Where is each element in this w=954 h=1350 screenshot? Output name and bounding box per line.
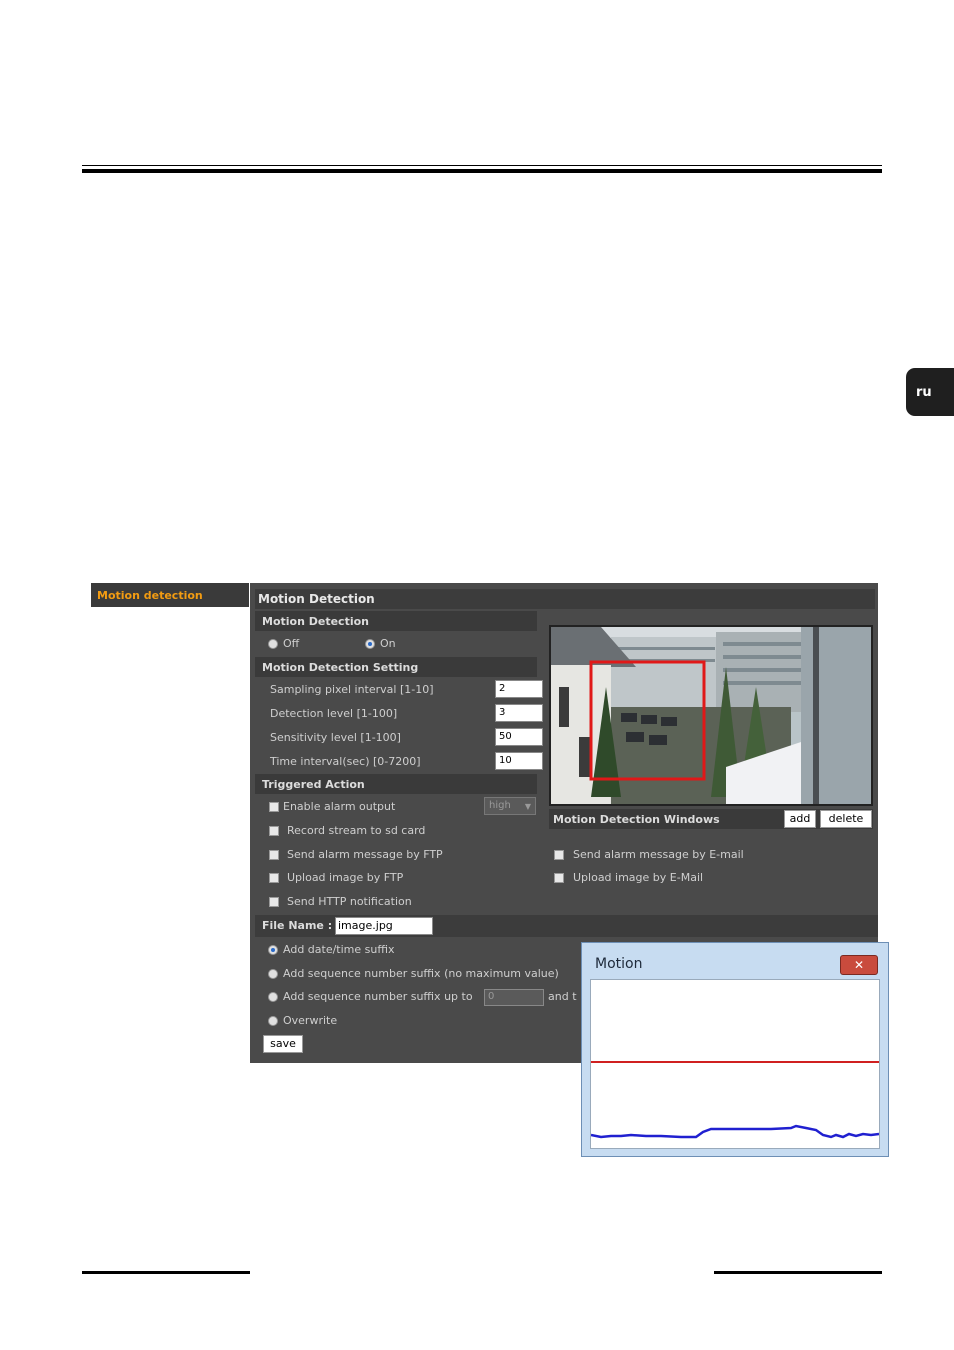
sensitivity-level-input[interactable]: 50 [495, 728, 543, 746]
detection-level-input[interactable]: 3 [495, 704, 543, 722]
sampling-pixel-input[interactable]: 2 [495, 680, 543, 698]
seq-upto-input[interactable]: 0 [484, 989, 544, 1006]
seq-nomax-label: Add sequence number suffix (no maximum v… [283, 967, 559, 980]
upload-email-checkbox[interactable] [554, 873, 564, 883]
header-rule-thick [82, 169, 882, 173]
language-tab-label: ru [916, 384, 932, 400]
camera-preview[interactable] [549, 625, 873, 806]
seq-upto-label: Add sequence number suffix up to [283, 990, 473, 1003]
file-name-label: File Name : [262, 919, 333, 932]
time-interval-input[interactable]: 10 [495, 752, 543, 770]
footer-rule-left [82, 1271, 250, 1274]
seq-upto-radio[interactable] [268, 992, 278, 1002]
time-interval-label: Time interval(sec) [0-7200] [270, 755, 421, 768]
alarm-ftp-label: Send alarm message by FTP [287, 848, 443, 861]
alarm-output-label: Enable alarm output [283, 800, 396, 813]
record-sd-checkbox[interactable] [269, 826, 279, 836]
footer-rule-right [714, 1271, 882, 1274]
alarm-ftp-checkbox[interactable] [269, 850, 279, 860]
upload-ftp-checkbox[interactable] [269, 873, 279, 883]
upload-ftp-label: Upload image by FTP [287, 871, 404, 884]
file-name-input[interactable]: image.jpg [335, 917, 433, 935]
motion-off-radio[interactable] [268, 639, 278, 649]
sensitivity-level-label: Sensitivity level [1-100] [270, 731, 401, 744]
motion-detection-heading: Motion Detection [255, 611, 537, 631]
detection-level-label: Detection level [1-100] [270, 707, 398, 720]
datetime-suffix-radio[interactable] [268, 945, 278, 955]
http-notify-checkbox[interactable] [269, 897, 279, 907]
alarm-output-select[interactable]: high ▼ [484, 797, 536, 815]
setting-heading: Motion Detection Setting [255, 657, 537, 677]
add-window-button[interactable]: add [784, 810, 816, 828]
motion-level-line [590, 1124, 880, 1139]
save-button[interactable]: save [263, 1035, 303, 1053]
delete-window-button[interactable]: delete [820, 810, 872, 828]
triggered-action-heading: Triggered Action [255, 774, 537, 794]
motion-off-label: Off [283, 637, 300, 650]
record-sd-label: Record stream to sd card [287, 824, 426, 837]
motion-popup-title: Motion [595, 956, 643, 972]
overwrite-label: Overwrite [283, 1014, 338, 1027]
sidebar: Motion detection [91, 583, 249, 607]
sampling-pixel-label: Sampling pixel interval [1-10] [270, 683, 434, 696]
alarm-email-checkbox[interactable] [554, 850, 564, 860]
header-rule-thin [82, 165, 882, 166]
motion-graph [590, 979, 880, 1149]
overwrite-radio[interactable] [268, 1016, 278, 1026]
motion-graph-svg [590, 1061, 880, 1139]
sidebar-item-motion-detection[interactable]: Motion detection [91, 583, 249, 608]
motion-popup: Motion ✕ [581, 942, 889, 1157]
alarm-output-select-value: high [489, 800, 511, 811]
detection-windows-label: Motion Detection Windows [553, 813, 720, 826]
http-notify-label: Send HTTP notification [287, 895, 412, 908]
alarm-output-checkbox[interactable] [269, 802, 279, 812]
datetime-suffix-label: Add date/time suffix [283, 943, 395, 956]
upload-email-label: Upload image by E-Mail [573, 871, 704, 884]
motion-on-label: On [380, 637, 396, 650]
page-title: Motion Detection [255, 589, 875, 609]
seq-upto-tail: and t [548, 990, 577, 1003]
language-tab: ru [906, 368, 954, 416]
camera-scene-image [551, 627, 871, 804]
chevron-down-icon: ▼ [524, 802, 531, 811]
close-icon[interactable]: ✕ [840, 955, 878, 975]
motion-on-radio[interactable] [365, 639, 375, 649]
seq-nomax-radio[interactable] [268, 969, 278, 979]
alarm-email-label: Send alarm message by E-mail [573, 848, 744, 861]
